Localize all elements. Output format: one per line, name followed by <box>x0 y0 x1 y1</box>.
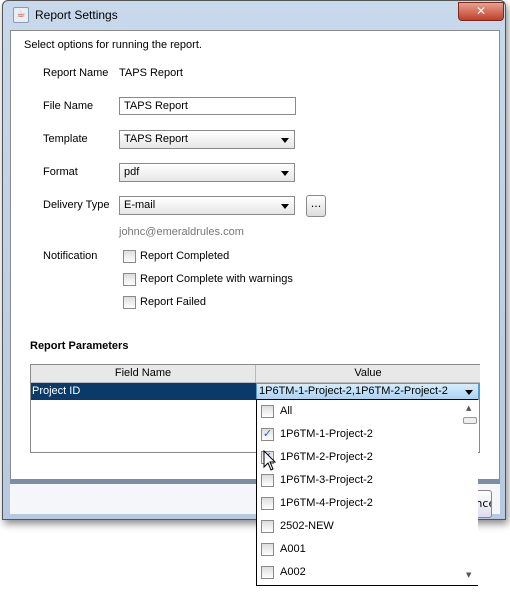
dropdown-item-checkbox[interactable]: ✓ 1P6TM-1-Project-2 <box>261 425 451 445</box>
dropdown-item-checkbox[interactable]: 1P6TM-3-Project-2 <box>261 471 451 491</box>
item-label: 1P6TM-1-Project-2 <box>280 428 373 440</box>
report-parameters-heading: Report Parameters <box>30 340 129 352</box>
dropdown-item-checkbox[interactable]: 2502-NEW <box>261 517 451 537</box>
delivery-type-select[interactable]: E-mail <box>119 196 295 215</box>
template-label: Template <box>43 133 88 145</box>
item-label: 1P6TM-3-Project-2 <box>280 474 373 486</box>
email-address: johnc@emeraldrules.com <box>119 226 244 238</box>
delivery-type-label: Delivery Type <box>43 199 110 211</box>
close-icon: ✕ <box>475 4 487 18</box>
scroll-up-icon[interactable]: ▲ <box>466 404 471 412</box>
item-label: 2502-NEW <box>280 520 334 532</box>
column-header-value[interactable]: Value <box>256 365 480 383</box>
template-select[interactable]: TAPS Report <box>119 130 295 149</box>
chevron-down-icon <box>281 204 289 209</box>
intro-text: Select options for running the report. <box>24 39 202 51</box>
file-name-label: File Name <box>43 100 94 112</box>
chevron-down-icon <box>465 390 473 395</box>
scroll-thumb[interactable] <box>463 417 477 424</box>
checkbox[interactable] <box>261 497 274 510</box>
project-id-value-combo[interactable]: 1P6TM-1-Project-2,1P6TM-2-Project-2 <box>256 383 479 400</box>
dropdown-item-checkbox[interactable]: A002 <box>261 563 451 583</box>
mouse-cursor-icon <box>263 450 277 471</box>
dropdown-scrollbar[interactable]: ▲ ▼ <box>461 400 478 585</box>
dropdown-item-checkbox[interactable]: 1P6TM-4-Project-2 <box>261 494 451 514</box>
item-label: All <box>280 405 293 417</box>
dropdown-item-checkbox[interactable]: ✓1P6TM-2-Project-2 <box>261 448 451 468</box>
java-app-icon: ☕ <box>13 7 29 23</box>
chevron-down-icon <box>281 138 289 143</box>
close-button[interactable]: ✕ <box>458 2 504 21</box>
checkbox[interactable] <box>261 474 274 487</box>
item-label: 1P6TM-2-Project-2 <box>280 451 373 463</box>
item-label: A002 <box>280 566 306 578</box>
report-name-value: TAPS Report <box>119 67 183 79</box>
project-dropdown-list: A002 A001 2502-NEW 1P6TM-4-Project-2 1P6TM-3… <box>256 399 478 586</box>
notification-label: Notification <box>43 250 98 262</box>
column-header-field-name[interactable]: Field Name <box>31 365 256 383</box>
format-label: Format <box>43 166 78 178</box>
window-title: Report Settings <box>35 8 118 22</box>
checkbox[interactable] <box>261 405 274 418</box>
browse-button[interactable]: ... <box>306 195 326 217</box>
item-label: 1P6TM-4-Project-2 <box>280 497 373 509</box>
file-name-input[interactable]: TAPS Report <box>119 97 296 115</box>
report-name-label: Report Name <box>43 67 109 79</box>
item-label: A001 <box>280 543 306 555</box>
dropdown-item-checkbox[interactable]: A001 <box>261 540 451 560</box>
checkbox[interactable] <box>261 520 274 533</box>
format-select[interactable]: pdf <box>119 163 295 182</box>
checkbox[interactable]: ✓ <box>261 428 274 441</box>
checkbox[interactable] <box>261 543 274 556</box>
checkbox[interactable] <box>261 566 274 579</box>
chevron-down-icon <box>281 171 289 176</box>
cell-project-id[interactable]: Project ID <box>31 383 256 400</box>
dropdown-item-checkbox[interactable]: All <box>261 402 451 422</box>
scroll-down-icon[interactable]: ▼ <box>466 571 471 579</box>
